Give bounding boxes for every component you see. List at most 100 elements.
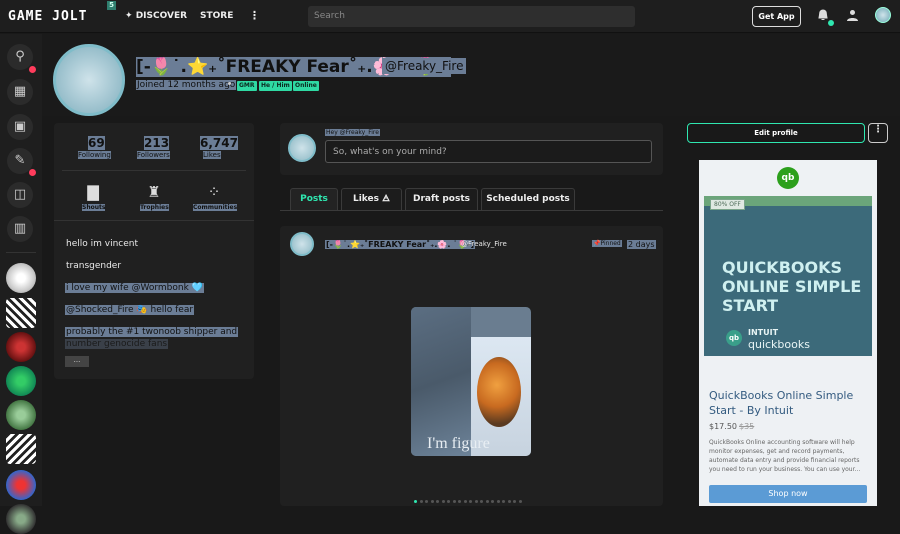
image-subject — [477, 357, 521, 427]
nav-discover[interactable]: ✦ DISCOVER — [125, 11, 187, 21]
joined-date: Joined 12 months ago — [136, 80, 237, 90]
carousel-dot[interactable] — [425, 500, 428, 503]
divider — [54, 220, 254, 221]
composer-greeting: Hey @Freaky_Fire — [325, 129, 380, 136]
carousel-dot[interactable] — [452, 500, 456, 503]
bio-line: transgender — [66, 261, 122, 271]
shortcut-communities-label[interactable]: Communities — [193, 204, 238, 211]
quickbooks-logo-icon: qb — [726, 330, 742, 346]
community-avatar[interactable] — [6, 298, 36, 328]
community-avatar[interactable] — [6, 434, 36, 464]
stat-followers-value[interactable]: 213 — [144, 136, 170, 150]
post-time: 2 days — [627, 240, 656, 249]
backpack-icon[interactable]: ▣ — [7, 114, 33, 140]
advertisement[interactable]: qb 80% OFF QUICKBOOKS ONLINE SIMPLE STAR… — [699, 160, 877, 506]
carousel-dot[interactable] — [414, 500, 417, 503]
get-app-button[interactable]: Get App — [752, 6, 801, 27]
profile-more-menu-icon[interactable]: ⋮ — [868, 123, 888, 143]
search-input[interactable]: Search — [308, 6, 635, 27]
pack-icon[interactable]: ◫ — [7, 182, 33, 208]
ad-banner[interactable]: 80% OFF QUICKBOOKS ONLINE SIMPLE START q… — [704, 196, 872, 356]
carousel-dot[interactable] — [458, 500, 461, 503]
notifications-icon[interactable] — [817, 9, 829, 22]
carousel-dot[interactable] — [502, 500, 505, 503]
friends-icon[interactable] — [846, 9, 859, 22]
bio-expand-button[interactable]: ... — [65, 356, 89, 367]
communities-icon[interactable]: ⁘ — [205, 183, 223, 201]
carousel-dot[interactable] — [507, 500, 511, 503]
notification-dot — [29, 66, 36, 73]
shortcut-trophies-label[interactable]: Trophies — [140, 204, 169, 211]
stat-following-label[interactable]: Following — [78, 151, 111, 159]
pinned-label: 📌Pinned — [592, 240, 622, 247]
shouts-icon[interactable]: ▇ — [84, 183, 102, 201]
tab-draft-posts[interactable]: Draft posts — [405, 188, 478, 211]
separator-dot — [228, 82, 231, 85]
post-author-name[interactable]: [-🌷˙.⭐₊˚FREAKY Fear˚₊.🌸. ˙🌷-] — [325, 240, 476, 249]
carousel-dot[interactable] — [491, 500, 494, 503]
logo-badge: 5 — [107, 1, 116, 10]
profile-avatar[interactable] — [53, 44, 125, 116]
carousel-dot[interactable] — [496, 500, 500, 503]
carousel-dot[interactable] — [430, 500, 434, 503]
tab-scheduled-posts[interactable]: Scheduled posts — [481, 188, 575, 211]
image-caption: I'm figure — [427, 435, 490, 452]
carousel-dot[interactable] — [447, 500, 450, 503]
carousel-dot[interactable] — [419, 500, 423, 503]
carousel-dot[interactable] — [513, 500, 516, 503]
carousel-dot[interactable] — [480, 500, 483, 503]
library-icon[interactable]: ▥ — [7, 216, 33, 242]
trophy-icon[interactable]: ♜ — [145, 183, 163, 201]
tab-posts[interactable]: Posts — [290, 188, 338, 211]
composer-avatar — [288, 134, 316, 162]
profile-username: @Freaky_Fire — [382, 58, 467, 74]
left-sidebar: ⚲ ▦ ▣ ✎ ◫ ▥ — [0, 34, 42, 534]
post-author-avatar[interactable] — [290, 232, 314, 256]
ad-intuit-wordmark: INTUIT — [748, 328, 779, 337]
ad-headline: QUICKBOOKS ONLINE SIMPLE START — [722, 258, 862, 315]
compass-icon: ✦ — [125, 11, 136, 21]
carousel-dot[interactable] — [485, 500, 489, 503]
community-avatar[interactable] — [6, 400, 36, 430]
top-bar: GAME JOLT 5 ✦ DISCOVER STORE ⋮ Search Ge… — [0, 0, 900, 33]
carousel-dot[interactable] — [518, 500, 522, 503]
post-image[interactable]: I'm figure — [411, 307, 531, 456]
carousel-dot[interactable] — [463, 500, 467, 503]
stat-likes-label[interactable]: Likes — [203, 151, 221, 159]
bio-line: @Shocked_Fire 🎭 hello fear — [65, 305, 195, 315]
ad-old-price: $35 — [739, 422, 755, 431]
ad-title[interactable]: QuickBooks Online Simple Start - By Intu… — [709, 388, 869, 418]
bio-line: probably the #1 twonoob shipper and — [65, 327, 239, 337]
tab-likes[interactable]: Likes 🜁 — [341, 188, 402, 211]
post-author-username[interactable]: @Freaky_Fire — [461, 240, 507, 248]
edit-profile-button[interactable]: Edit profile — [687, 123, 865, 143]
community-avatar[interactable] — [6, 332, 36, 362]
community-avatar[interactable] — [6, 470, 36, 500]
composer-input[interactable]: So, what's on your mind? — [325, 140, 652, 163]
shortcut-shouts-label[interactable]: Shouts — [82, 204, 106, 211]
tabs-divider — [280, 210, 663, 211]
tag-gmr: GMR — [237, 81, 257, 91]
community-avatar[interactable] — [6, 504, 36, 534]
stat-following-value[interactable]: 69 — [88, 136, 105, 150]
carousel-dot[interactable] — [441, 500, 445, 503]
notification-indicator — [828, 20, 834, 26]
image-left-panel — [411, 307, 471, 456]
store-icon[interactable]: ▦ — [7, 79, 33, 105]
more-menu-icon[interactable]: ⋮ — [249, 9, 260, 22]
community-avatar[interactable] — [6, 366, 36, 396]
pinned-text: Pinned — [600, 240, 621, 247]
nav-store[interactable]: STORE — [200, 11, 233, 21]
gamejolt-logo[interactable]: GAME JOLT — [8, 9, 87, 24]
stat-likes-value[interactable]: 6,747 — [200, 136, 238, 150]
bio-line: number genocide fans — [65, 339, 169, 349]
carousel-dot[interactable] — [474, 500, 478, 503]
bio-line: hello im vincent — [66, 239, 138, 249]
ad-shop-now-button[interactable]: Shop now — [709, 485, 867, 503]
carousel-dot[interactable] — [436, 500, 439, 503]
carousel-dot[interactable] — [469, 500, 472, 503]
ad-quickbooks-wordmark: quickbooks — [748, 338, 810, 351]
stat-followers-label[interactable]: Followers — [137, 151, 170, 159]
user-avatar[interactable] — [875, 7, 891, 23]
community-avatar[interactable] — [6, 263, 36, 293]
